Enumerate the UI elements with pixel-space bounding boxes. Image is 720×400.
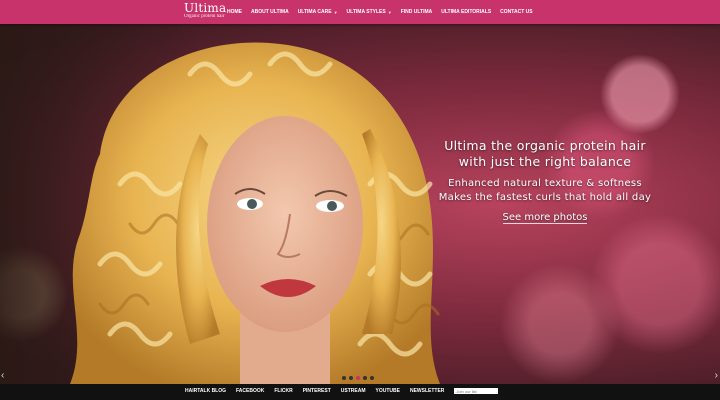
- slider-pagination: [342, 376, 377, 380]
- footer-link-hairtalk-blog[interactable]: Hairtalk Blog: [185, 388, 226, 394]
- slider-dot[interactable]: [342, 376, 346, 380]
- next-slide-arrow-icon[interactable]: ›: [715, 370, 718, 381]
- logo-tagline: Organic protein hair: [184, 14, 225, 19]
- hero-slider: Ultima the organic protein hair with jus…: [0, 24, 720, 384]
- see-more-photos-link[interactable]: See more photos: [502, 212, 588, 224]
- chevron-down-icon: ▼: [333, 9, 338, 15]
- footer-link-facebook[interactable]: Facebook: [236, 388, 264, 394]
- footer-link-pinterest[interactable]: Pinterest: [303, 388, 331, 394]
- footer-link-flickr[interactable]: Flickr: [274, 388, 292, 394]
- main-nav: Home About Ultima Ultima Care ▼ Ultima St…: [227, 0, 542, 24]
- slider-dot-active[interactable]: [356, 376, 360, 380]
- newsletter-email-input[interactable]: [454, 388, 499, 394]
- footer-link-newsletter[interactable]: Newsletter: [410, 388, 444, 394]
- nav-contact-us[interactable]: Contact Us: [500, 9, 532, 15]
- footer-link-youtube[interactable]: Youtube: [376, 388, 400, 394]
- nav-ultima-styles[interactable]: Ultima Styles ▼: [347, 9, 392, 15]
- slider-dot[interactable]: [349, 376, 353, 380]
- nav-ultima-care[interactable]: Ultima Care ▼: [298, 9, 338, 15]
- slide-title-line-1: Ultima the organic protein hair: [444, 138, 646, 153]
- nav-label: Ultima Editorials: [441, 9, 492, 15]
- footer-bar: Hairtalk Blog Facebook Flickr Pinterest …: [0, 384, 720, 400]
- site-logo[interactable]: Ultima Organic protein hair: [184, 2, 226, 20]
- nav-label: About Ultima: [251, 9, 289, 15]
- slide-caption: Ultima the organic protein hair with jus…: [420, 138, 670, 224]
- nav-label: Find Ultima: [400, 9, 433, 15]
- nav-label: Contact Us: [500, 9, 533, 15]
- chevron-down-icon: ▼: [387, 9, 392, 15]
- nav-ultima-editorials[interactable]: Ultima Editorials: [441, 9, 491, 15]
- nav-label: Ultima Styles: [346, 9, 386, 15]
- nav-find-ultima[interactable]: Find Ultima: [401, 9, 433, 15]
- nav-about-ultima[interactable]: About Ultima: [251, 9, 289, 15]
- slide-subtitle-line-1: Enhanced natural texture & softness: [448, 178, 642, 189]
- footer-links: Hairtalk Blog Facebook Flickr Pinterest …: [185, 384, 499, 398]
- footer-link-ustream[interactable]: Ustream: [341, 388, 366, 394]
- nav-home[interactable]: Home: [227, 9, 242, 15]
- nav-label: Ultima Care: [297, 9, 332, 15]
- slider-dot[interactable]: [363, 376, 367, 380]
- nav-label: Home: [227, 9, 242, 15]
- slider-dot[interactable]: [370, 376, 374, 380]
- slide-subtitle-line-2: Makes the fastest curls that hold all da…: [438, 192, 652, 203]
- slide-title-line-2: with just the right balance: [458, 154, 632, 169]
- model-portrait-image: [70, 42, 440, 384]
- previous-slide-arrow-icon[interactable]: ‹: [1, 370, 4, 381]
- top-navigation-bar: Ultima Organic protein hair Home About U…: [0, 0, 720, 24]
- logo-name: Ultima: [184, 1, 227, 15]
